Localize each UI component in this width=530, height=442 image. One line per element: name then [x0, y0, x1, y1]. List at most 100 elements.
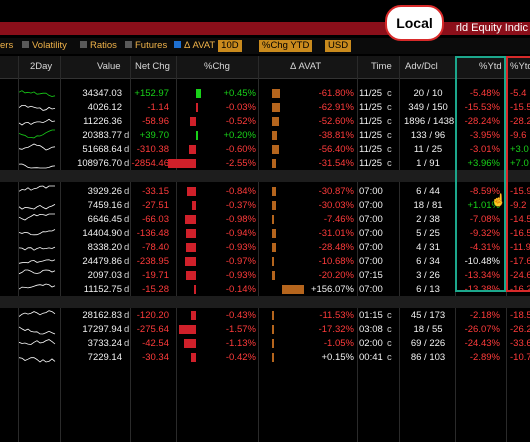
adv-dcl-cell: 6 / 34: [416, 256, 440, 267]
adv-dcl-cell: 45 / 173: [410, 310, 446, 321]
toolbar-currency-select[interactable]: USD: [322, 40, 352, 52]
table-row[interactable]: 34347.03 +152.97 +0.45% -61.80% 11/25 c 20 / 1…: [0, 86, 530, 101]
value-cell: 20383.77: [82, 130, 122, 141]
sparkline-path: [19, 310, 56, 317]
sparkline: [19, 204, 56, 210]
time-cell: 01:15: [359, 310, 383, 321]
sparkline: [19, 246, 56, 251]
pct-chg-bar: [191, 311, 196, 320]
col-value[interactable]: Value: [97, 61, 121, 72]
table-row[interactable]: 24479.86 d -238.95 -0.97% -10.68% 07:00 6 / 34…: [0, 254, 530, 269]
ratios-checkbox[interactable]: [80, 41, 87, 48]
delta-avat-cell: -20.20%: [318, 270, 354, 281]
col-2day[interactable]: 2Day: [30, 61, 52, 72]
avat-bar: [272, 159, 276, 168]
delta-avat-cell: -17.32%: [318, 324, 354, 335]
time-suffix: c: [387, 88, 392, 99]
avat-checkbox[interactable]: [174, 41, 181, 48]
adv-dcl-cell: 3 / 26: [416, 270, 440, 281]
delta-avat-cell: -11.53%: [319, 310, 354, 321]
sparkline: [19, 129, 55, 139]
table-row[interactable]: 7459.16 d -27.51 -0.37% -30.03% 07:00 18 / 81 +…: [0, 198, 530, 213]
table-row[interactable]: 51668.64 d -310.38 -0.60% -56.40% 11/25 c 11 / …: [0, 142, 530, 157]
value-cell: 51668.64: [82, 144, 122, 155]
local-ytd-highlight-box: [455, 56, 506, 292]
sparkline: [19, 213, 55, 221]
table-row[interactable]: 108976.70 d -2854.46 -2.55% -31.54% 11/25 c 1 /…: [0, 156, 530, 171]
sparkline: [19, 310, 56, 317]
table-row[interactable]: 28162.83 d -120.20 -0.43% -11.53% 01:15 c 45 / …: [0, 308, 530, 323]
chg-period-select[interactable]: %Chg YTD: [259, 40, 313, 52]
sparkline-path: [19, 326, 56, 335]
title-bar: rld Equity Indic: [0, 22, 530, 35]
ytd-local-cell: -24.43%: [464, 338, 500, 349]
net-chg-cell: -42.54: [142, 338, 169, 349]
sparkline-path: [19, 105, 56, 111]
ytd-local-cell: -2.18%: [469, 310, 500, 321]
col-time[interactable]: Time: [371, 61, 392, 72]
table-row[interactable]: 4026.12 -1.14 -0.03% -62.91% 11/25 c 349 / 150…: [0, 100, 530, 115]
col-pct-chg[interactable]: %Chg: [204, 61, 230, 72]
table-row[interactable]: 7229.14 -30.34 -0.42% +0.15% 00:41 c 86 / 103 -…: [0, 350, 530, 365]
toolbar-futures[interactable]: Futures: [125, 40, 167, 52]
time-suffix: c: [387, 352, 392, 363]
sparkline-path: [19, 163, 56, 169]
pct-chg-bar: [185, 229, 196, 238]
net-chg-cell: -136.48: [136, 228, 169, 239]
value-suffix: d: [124, 200, 130, 211]
toolbar-chg-select[interactable]: %Chg YTD: [256, 40, 313, 52]
table-row[interactable]: 2097.03 d -19.71 -0.93% -20.20% 07:15 3 / 26 -1…: [0, 268, 530, 283]
table-row[interactable]: 11226.36 -58.96 -0.52% -52.60% 11/25 c 1896 / …: [0, 114, 530, 129]
net-chg-cell: -33.15: [142, 186, 169, 197]
value-cell: 7229.14: [87, 352, 122, 363]
toolbar: ers Volatility Ratios Futures Δ AVAT 10D …: [0, 38, 530, 54]
toolbar-filters[interactable]: ers: [0, 40, 13, 52]
time-suffix: c: [387, 338, 392, 349]
value-suffix: d: [124, 338, 130, 349]
toolbar-ratios[interactable]: Ratios: [80, 40, 117, 52]
group-separator: [0, 170, 530, 182]
pct-chg-cell: -0.94%: [225, 228, 256, 239]
col-delta-avat[interactable]: Δ AVAT: [290, 61, 321, 72]
delta-avat-cell: -38.81%: [318, 130, 354, 141]
table-row[interactable]: 17297.94 d -275.64 -1.57% -17.32% 03:08 c 18 / …: [0, 322, 530, 337]
avat-bar: [272, 325, 275, 334]
value-cell: 7459.16: [87, 200, 122, 211]
pct-chg-cell: -0.60%: [225, 144, 256, 155]
table-row[interactable]: 6646.45 d -66.03 -0.98% -7.46% 07:00 2 / 38 -7.…: [0, 212, 530, 227]
volatility-checkbox[interactable]: [22, 41, 29, 48]
delta-avat-cell: -31.01%: [318, 228, 354, 239]
table-row[interactable]: 3929.26 d -33.15 -0.84% -30.87% 07:00 6 / 44 -8…: [0, 184, 530, 199]
table-row[interactable]: 14404.90 d -136.48 -0.94% -31.01% 07:00 5 / 25…: [0, 226, 530, 241]
pct-chg-bar: [190, 117, 196, 126]
value-suffix: d: [124, 242, 130, 253]
sparkline-path: [19, 283, 56, 290]
time-suffix: c: [387, 130, 392, 141]
sparkline: [19, 105, 56, 111]
adv-dcl-cell: 69 / 226: [410, 338, 446, 349]
value-suffix: d: [124, 270, 130, 281]
time-cell: 11/25: [359, 88, 383, 99]
table-row[interactable]: 20383.77 d +39.70 +0.20% -38.81% 11/25 c 133 / …: [0, 128, 530, 143]
table-row[interactable]: 3733.24 d -42.54 -1.13% -1.05% 02:00 c 69 / 226…: [0, 336, 530, 351]
col-adv-dcl[interactable]: Adv/Dcl: [405, 61, 438, 72]
pct-chg-cell: -0.03%: [225, 102, 256, 113]
avat-period-select[interactable]: 10D: [218, 40, 242, 52]
pct-chg-cell: -0.93%: [225, 270, 256, 281]
adv-dcl-cell: 349 / 150: [408, 102, 448, 113]
pct-chg-cell: -2.55%: [225, 158, 256, 169]
table-row[interactable]: 8338.20 d -78.40 -0.93% -28.48% 07:00 4 / 31 -4…: [0, 240, 530, 255]
toolbar-volatility[interactable]: Volatility: [22, 40, 67, 52]
sparkline-path: [19, 204, 56, 210]
table-row[interactable]: 11152.75 d -15.28 -0.14% +156.07% 07:00 6 / 13…: [0, 282, 530, 297]
futures-checkbox[interactable]: [125, 41, 132, 48]
col-net-chg[interactable]: Net Chg: [135, 61, 170, 72]
pct-chg-cell: -0.42%: [225, 352, 256, 363]
delta-avat-cell: -56.40%: [318, 144, 354, 155]
avat-bar: [272, 89, 280, 98]
avat-bar: [272, 145, 280, 154]
time-cell: 11/25: [359, 102, 383, 113]
toolbar-avat[interactable]: Δ AVAT 10D: [174, 40, 242, 52]
avat-bar: [272, 131, 277, 140]
currency-select[interactable]: USD: [325, 40, 352, 52]
